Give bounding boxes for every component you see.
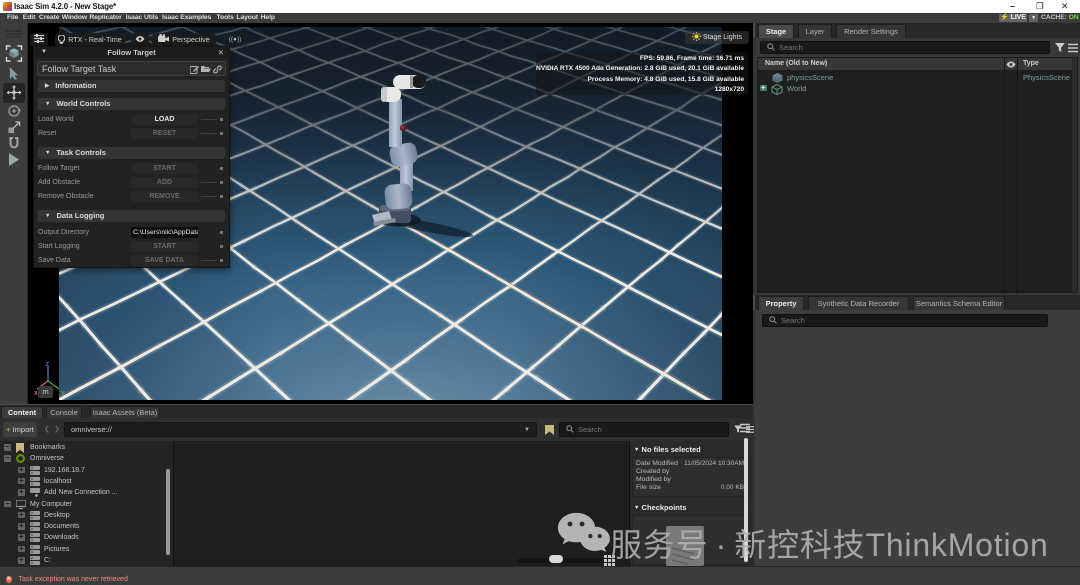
svg-text:Z: Z	[46, 362, 50, 368]
svg-text:Y: Y	[61, 391, 65, 395]
